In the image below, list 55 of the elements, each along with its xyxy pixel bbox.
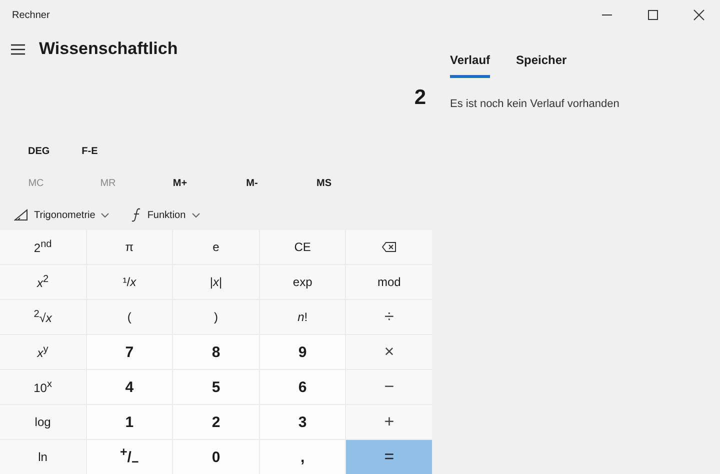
key-button[interactable]: ¹/x [86, 265, 172, 299]
window-title: Rechner [12, 10, 50, 20]
close-icon[interactable] [693, 9, 705, 21]
chevron-down-icon [192, 212, 200, 218]
key-button[interactable]: 9 [260, 335, 346, 369]
key-button[interactable]: CE [260, 230, 346, 264]
memory-button[interactable]: M- [216, 174, 288, 192]
key-button[interactable]: + [346, 405, 432, 439]
key-button[interactable]: x$^{2}$ [0, 265, 86, 299]
maximize-icon[interactable] [647, 9, 659, 21]
key-button[interactable]: 10$^{x}$ [0, 370, 86, 404]
key-button[interactable]: 2 [173, 405, 259, 439]
memory-button[interactable]: M+ [144, 174, 216, 192]
key-button[interactable]: , [260, 440, 346, 474]
key-button[interactable]: 3 [260, 405, 346, 439]
dropdown-button[interactable]: Funktion [127, 206, 204, 224]
key-button[interactable]: n! [260, 300, 346, 334]
key-button[interactable]: ln [0, 440, 86, 474]
menu-icon[interactable] [11, 44, 25, 54]
mode-button[interactable]: DEG [22, 142, 56, 160]
key-button[interactable]: x$^{y}$ [0, 335, 86, 369]
key-button[interactable]: 6 [260, 370, 346, 404]
key-button[interactable]: 1 [86, 405, 172, 439]
key-button[interactable]: − [346, 370, 432, 404]
key-button[interactable]: ) [173, 300, 259, 334]
backspace-icon [382, 242, 396, 252]
key-button[interactable]: log [0, 405, 86, 439]
key-button[interactable]: mod [346, 265, 432, 299]
key-button[interactable]: 2$^{nd}$ [0, 230, 86, 264]
mode-title: Wissenschaftlich [39, 39, 178, 59]
key-button[interactable]: ÷ [346, 300, 432, 334]
key-button[interactable]: $^{2}$√x [0, 300, 86, 334]
key-button[interactable]: 8 [173, 335, 259, 369]
key-button[interactable]: e [173, 230, 259, 264]
key-button[interactable]: 0 [173, 440, 259, 474]
triangle-ruler-icon [14, 209, 28, 221]
tab[interactable]: Speicher [516, 53, 567, 78]
key-button[interactable]: × [346, 335, 432, 369]
key-button[interactable]: π [86, 230, 172, 264]
dropdown-button[interactable]: Trigonometrie [10, 207, 114, 223]
key-button[interactable]: exp [260, 265, 346, 299]
key-button[interactable]: = [346, 440, 432, 474]
mode-button[interactable]: F-E [76, 142, 104, 160]
memory-button[interactable]: MS [288, 174, 360, 192]
display-value: 2 [414, 86, 426, 110]
key-button[interactable]: 5 [173, 370, 259, 404]
history-empty-message: Es ist noch kein Verlauf vorhanden [450, 98, 620, 110]
key-button[interactable]: |x| [173, 265, 259, 299]
tab[interactable]: Verlauf [450, 53, 490, 78]
chevron-down-icon [101, 212, 110, 218]
key-button[interactable]: $^{+}$/$_{−}$ [86, 440, 172, 474]
key-button[interactable]: ( [86, 300, 172, 334]
key-button[interactable]: 7 [86, 335, 172, 369]
key-button[interactable]: 4 [86, 370, 172, 404]
function-icon [131, 208, 142, 222]
